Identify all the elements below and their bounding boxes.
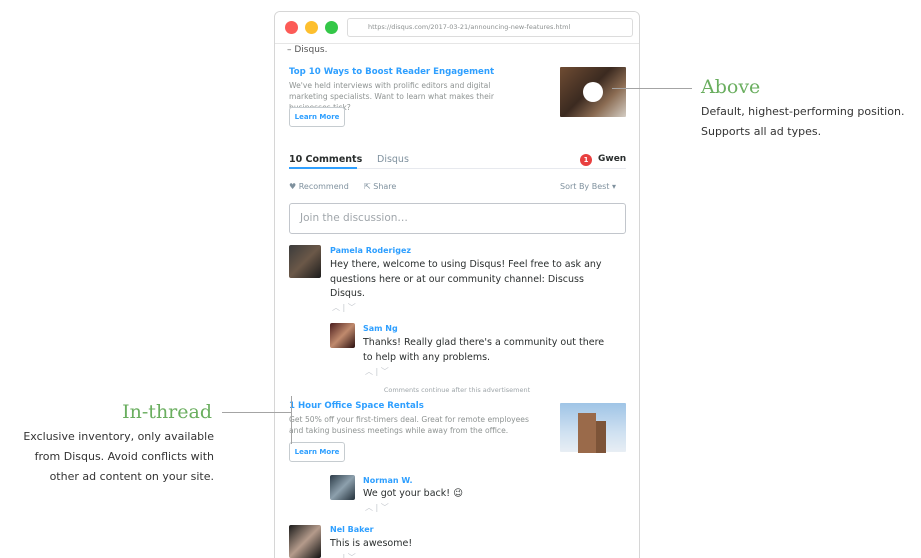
vote-buttons[interactable]: ︿ | ﹀ xyxy=(365,502,389,513)
user-menu[interactable]: Gwen xyxy=(598,154,626,164)
in-thread-leader-line xyxy=(222,412,292,413)
recommend-button[interactable]: ♥ Recommend xyxy=(289,182,349,191)
comment-author[interactable]: Norman W. xyxy=(363,476,413,485)
downvote-icon[interactable]: ﹀ xyxy=(381,503,389,512)
address-bar[interactable]: https://disqus.com/2017-03-21/announcing… xyxy=(347,18,633,37)
ad-divider-note: Comments continue after this advertiseme… xyxy=(383,386,531,394)
comment-text: We got your back! 😉 xyxy=(363,488,463,499)
tab-community[interactable]: Disqus xyxy=(377,154,409,165)
comment-author[interactable]: Pamela Roderigez xyxy=(330,246,411,255)
recommend-label: Recommend xyxy=(298,182,349,191)
above-leader-line xyxy=(612,88,692,89)
chevron-down-icon: ▾ xyxy=(611,182,616,191)
vote-buttons[interactable]: ︿ | ﹀ xyxy=(332,302,356,313)
top-ad-learn-more-button[interactable]: Learn More xyxy=(289,107,345,127)
share-label: Share xyxy=(373,182,397,191)
image-marker xyxy=(583,82,603,102)
close-window-button[interactable] xyxy=(285,21,298,34)
vote-buttons[interactable]: ︿ | ﹀ xyxy=(365,366,389,377)
avatar[interactable] xyxy=(289,525,321,558)
avatar[interactable] xyxy=(289,245,321,278)
upvote-icon[interactable]: ︿ xyxy=(365,367,373,376)
share-icon: ⇱ xyxy=(364,182,371,191)
building-shape xyxy=(596,421,606,453)
heart-icon: ♥ xyxy=(289,182,297,191)
in-thread-callout-desc: Exclusive inventory, only available from… xyxy=(23,430,214,483)
share-button[interactable]: ⇱ Share xyxy=(364,182,396,191)
top-ad-image[interactable] xyxy=(560,67,626,117)
in-thread-callout: In-thread Exclusive inventory, only avai… xyxy=(10,401,214,487)
disqus-embed: – Disqus. Top 10 Ways to Boost Reader En… xyxy=(275,44,639,558)
above-callout-desc: Default, highest-performing position. Su… xyxy=(701,105,905,138)
in-thread-callout-title: In-thread xyxy=(122,401,212,423)
sort-dropdown[interactable]: Sort By Best ▾ xyxy=(560,182,616,191)
tab-comments[interactable]: 10 Comments xyxy=(289,154,362,165)
avatar[interactable] xyxy=(330,323,355,348)
downvote-icon[interactable]: ﹀ xyxy=(348,303,356,312)
inline-ad-body: Get 50% off your first-timers deal. Grea… xyxy=(289,415,529,435)
comment-author[interactable]: Sam Ng xyxy=(363,324,398,333)
inline-ad-learn-more-button[interactable]: Learn More xyxy=(289,442,345,462)
comment-text: Thanks! Really glad there's a community … xyxy=(363,337,605,363)
above-callout-title: Above xyxy=(701,76,761,98)
comment-author[interactable]: Nel Baker xyxy=(330,525,374,534)
upvote-icon[interactable]: ︿ xyxy=(332,553,340,558)
inline-ad-title[interactable]: 1 Hour Office Space Rentals xyxy=(289,401,424,411)
upvote-icon[interactable]: ︿ xyxy=(332,303,340,312)
above-callout: Above Default, highest-performing positi… xyxy=(701,76,911,142)
browser-chrome: https://disqus.com/2017-03-21/announcing… xyxy=(275,12,639,44)
comment-text: This is awesome! xyxy=(330,538,413,549)
inline-ad-image[interactable] xyxy=(560,403,626,453)
comment-text: Hey there, welcome to using Disqus! Feel… xyxy=(330,259,602,299)
downvote-icon[interactable]: ﹀ xyxy=(381,367,389,376)
building-shape xyxy=(578,413,596,453)
vote-buttons[interactable]: ︿ | ﹀ xyxy=(332,552,356,558)
sort-label: Sort By Best xyxy=(560,182,610,191)
downvote-icon[interactable]: ﹀ xyxy=(348,553,356,558)
discussion-input[interactable]: Join the discussion… xyxy=(289,203,626,234)
avatar[interactable] xyxy=(330,475,355,500)
minimize-window-button[interactable] xyxy=(305,21,318,34)
article-text-fragment: – Disqus. xyxy=(287,45,328,55)
top-ad-title[interactable]: Top 10 Ways to Boost Reader Engagement xyxy=(289,67,494,77)
in-thread-leader-bracket xyxy=(291,396,292,444)
maximize-window-button[interactable] xyxy=(325,21,338,34)
notification-badge[interactable]: 1 xyxy=(580,154,592,166)
browser-window: https://disqus.com/2017-03-21/announcing… xyxy=(274,11,640,558)
upvote-icon[interactable]: ︿ xyxy=(365,503,373,512)
tab-active-indicator xyxy=(289,167,357,169)
